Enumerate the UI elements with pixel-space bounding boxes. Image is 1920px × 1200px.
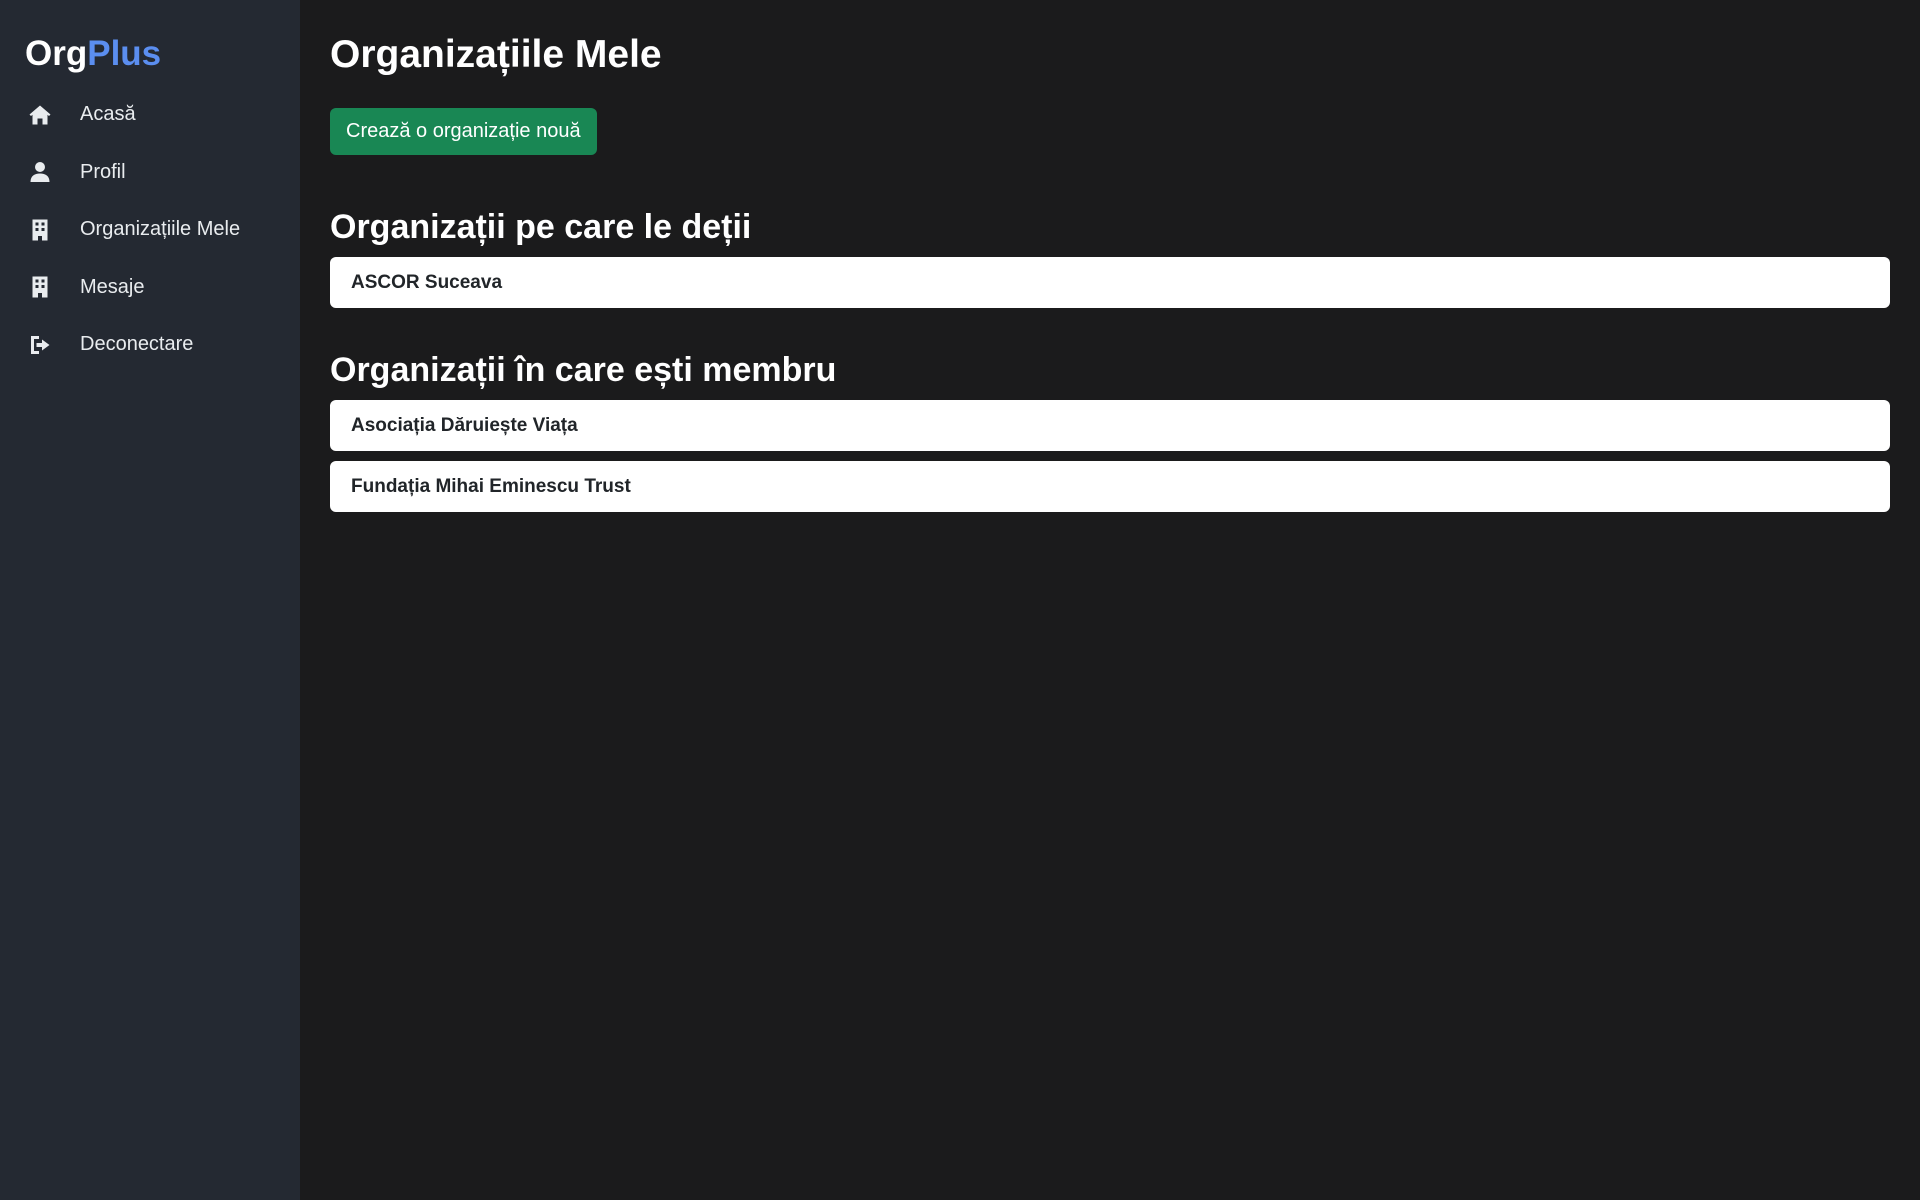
building-icon xyxy=(27,274,53,300)
sidebar-nav: Acasă Profil Organizațiile Mele Mesaje D… xyxy=(0,86,300,374)
sidebar: OrgPlus Acasă Profil Organizațiile Mele xyxy=(0,0,300,1200)
sidebar-item-deconectare[interactable]: Deconectare xyxy=(0,316,300,374)
create-organization-button[interactable]: Crează o organizație nouă xyxy=(330,108,597,155)
owned-organizations-list: ASCOR Suceava xyxy=(330,257,1890,308)
brand-logo-part1: Org xyxy=(25,34,88,73)
sidebar-item-label: Acasă xyxy=(80,103,136,126)
organization-card[interactable]: Fundația Mihai Eminescu Trust xyxy=(330,461,1890,512)
brand-logo[interactable]: OrgPlus xyxy=(0,28,300,80)
logout-icon xyxy=(27,332,53,358)
organization-card[interactable]: Asociația Dăruiește Viața xyxy=(330,400,1890,451)
brand-logo-part2: Plus xyxy=(87,34,162,73)
page-title: Organizațiile Mele xyxy=(330,33,662,76)
sidebar-item-label: Deconectare xyxy=(80,333,194,356)
app-root: OrgPlus Acasă Profil Organizațiile Mele xyxy=(0,0,1920,1200)
sidebar-item-profil[interactable]: Profil xyxy=(0,144,300,202)
member-organizations-list: Asociația Dăruiește Viața Fundația Mihai… xyxy=(330,400,1890,512)
owned-section-title: Organizații pe care le deții xyxy=(330,208,752,246)
sidebar-item-mesaje[interactable]: Mesaje xyxy=(0,259,300,317)
sidebar-item-label: Organizațiile Mele xyxy=(80,218,241,241)
sidebar-item-organizatiile-mele[interactable]: Organizațiile Mele xyxy=(0,201,300,259)
main-content: Organizațiile Mele Crează o organizație … xyxy=(300,0,1920,1200)
building-icon xyxy=(27,217,53,243)
sidebar-item-acasa[interactable]: Acasă xyxy=(0,86,300,144)
member-section-title: Organizații în care ești membru xyxy=(330,351,837,389)
sidebar-item-label: Profil xyxy=(80,160,126,183)
sidebar-item-label: Mesaje xyxy=(80,275,145,298)
home-icon xyxy=(27,102,53,128)
user-icon xyxy=(27,159,53,185)
organization-card[interactable]: ASCOR Suceava xyxy=(330,257,1890,308)
